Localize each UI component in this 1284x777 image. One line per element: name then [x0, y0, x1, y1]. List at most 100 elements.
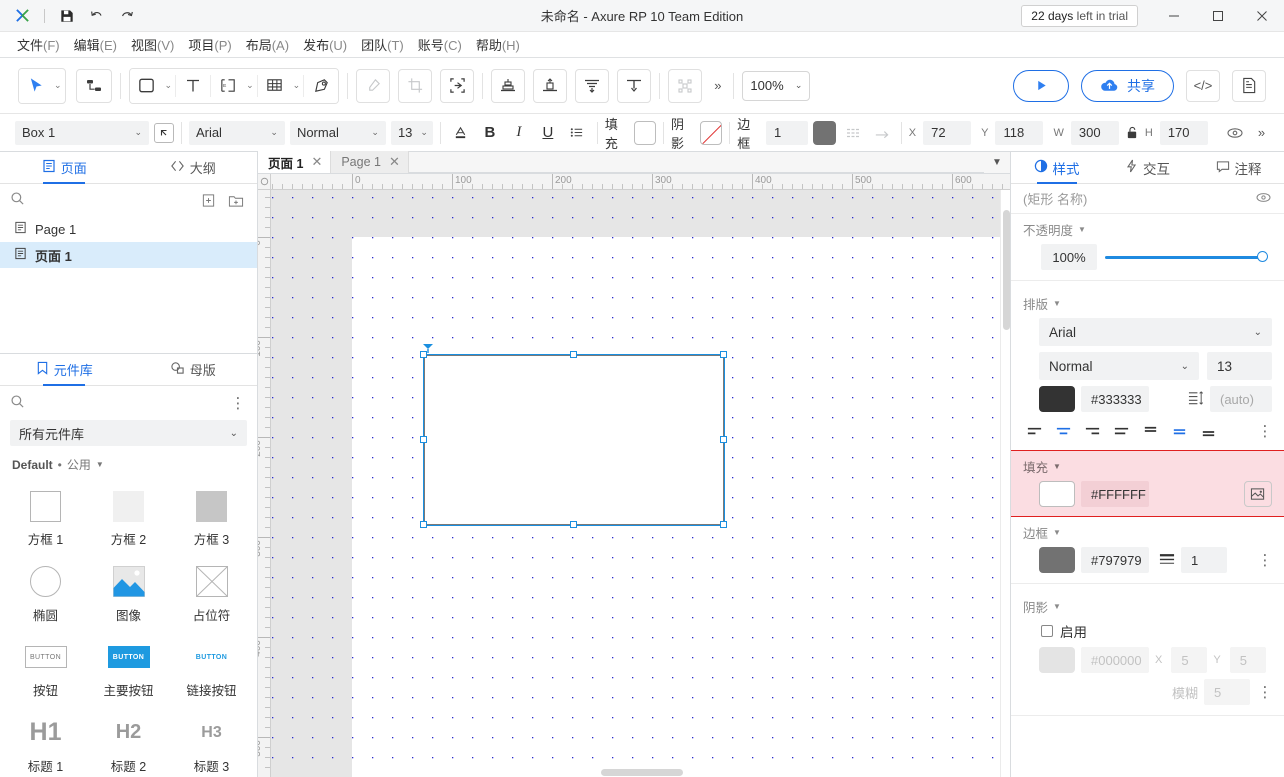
- pen-icon[interactable]: [304, 68, 339, 103]
- align-left-icon[interactable]: [491, 68, 526, 103]
- add-page-icon[interactable]: [197, 189, 219, 211]
- border-width-input[interactable]: 1: [1181, 547, 1227, 573]
- font-size-select[interactable]: 13 ⌄: [390, 120, 433, 145]
- pages-list-empty-space[interactable]: [0, 268, 257, 353]
- valign-top-icon[interactable]: [1137, 420, 1163, 442]
- resize-handle[interactable]: [720, 351, 727, 358]
- font-color-A-icon[interactable]: [448, 121, 474, 145]
- shadow-swatch[interactable]: [700, 120, 723, 145]
- border-section-header[interactable]: 边框 ▼: [1011, 517, 1284, 544]
- border-color-swatch[interactable]: [1039, 547, 1075, 573]
- fill-color-input[interactable]: #FFFFFF: [1081, 481, 1149, 507]
- widget-primary-button[interactable]: BUTTON 主要按钮: [87, 630, 170, 702]
- shadow-y-input[interactable]: 5: [1229, 647, 1266, 673]
- horizontal-scrollbar-thumb[interactable]: [601, 769, 683, 776]
- toolbar-more-button[interactable]: »: [708, 78, 725, 93]
- shadow-color-swatch[interactable]: [1039, 647, 1075, 673]
- font-family-select[interactable]: Arial ⌄: [1039, 318, 1272, 346]
- page-row-selected[interactable]: 页面 1: [0, 242, 257, 268]
- menu-help[interactable]: 帮助(H): [469, 32, 527, 57]
- font-size-input[interactable]: 13: [1207, 352, 1272, 380]
- opacity-input[interactable]: 100%: [1041, 244, 1097, 270]
- rectangle-shape-icon[interactable]: [129, 68, 164, 103]
- shadow-blur-input[interactable]: 5: [1204, 679, 1250, 705]
- kebab-menu-icon[interactable]: ⋮: [1256, 685, 1274, 700]
- valign-middle-icon[interactable]: [1166, 420, 1192, 442]
- shadow-x-input[interactable]: 5: [1171, 647, 1208, 673]
- menu-publish[interactable]: 发布(U): [296, 32, 354, 57]
- menu-project[interactable]: 项目(P): [181, 32, 238, 57]
- trial-badge[interactable]: 22 days left in trial: [1021, 4, 1138, 27]
- resize-handle[interactable]: [420, 351, 427, 358]
- opacity-section-header[interactable]: 不透明度 ▼: [1011, 214, 1284, 241]
- line-style-icon[interactable]: [1159, 552, 1175, 569]
- preview-play-icon[interactable]: [1013, 69, 1069, 102]
- canvas-vertical-scrollbar[interactable]: [1000, 190, 1010, 777]
- search-icon[interactable]: [10, 191, 25, 209]
- align-text-center-icon[interactable]: [1050, 420, 1076, 442]
- dynamic-panel-icon[interactable]: E: [211, 68, 246, 103]
- transform-icon[interactable]: [440, 68, 475, 103]
- menu-file[interactable]: 文件(F): [10, 32, 67, 57]
- tab-notes[interactable]: 注释: [1193, 152, 1284, 183]
- doc-tab-page-1[interactable]: Page 1 ✕: [331, 151, 409, 173]
- widget-box-2[interactable]: 方框 2: [87, 479, 170, 551]
- horizontal-ruler[interactable]: 0100200300400500600700: [271, 174, 1010, 190]
- group-icon[interactable]: [668, 68, 703, 103]
- resize-handle[interactable]: [720, 436, 727, 443]
- arrow-style-icon[interactable]: [870, 121, 894, 145]
- eye-icon[interactable]: [1222, 121, 1248, 145]
- tab-libraries[interactable]: 元件库: [0, 354, 129, 385]
- tab-style[interactable]: 样式: [1011, 152, 1102, 183]
- doc-tab-active[interactable]: 页面 1 ✕: [258, 151, 332, 173]
- widget-heading-2[interactable]: H2 标题 2: [87, 706, 170, 777]
- align-text-justify-icon[interactable]: [1108, 420, 1134, 442]
- typography-section-header[interactable]: 排版 ▼: [1011, 288, 1284, 315]
- text-tool-icon[interactable]: [176, 68, 211, 103]
- h-input[interactable]: 170: [1159, 120, 1208, 145]
- vertical-scrollbar-thumb[interactable]: [1003, 210, 1010, 330]
- resize-handle[interactable]: [420, 521, 427, 528]
- italic-button[interactable]: I: [506, 121, 532, 145]
- opacity-slider-knob[interactable]: [1257, 251, 1268, 262]
- widget-heading-3[interactable]: H3 标题 3: [170, 706, 253, 777]
- vertical-ruler[interactable]: 0 100 200 300 400 500: [258, 190, 271, 777]
- dashed-line-icon[interactable]: [841, 121, 865, 145]
- propbar-more-button[interactable]: »: [1252, 125, 1269, 140]
- minimize-button[interactable]: [1152, 0, 1196, 32]
- tab-masters[interactable]: 母版: [129, 354, 258, 385]
- bold-button[interactable]: B: [477, 121, 503, 145]
- chevron-down-icon[interactable]: ▼: [984, 151, 1010, 173]
- crop-icon[interactable]: [398, 68, 433, 103]
- align-top-icon[interactable]: [533, 68, 568, 103]
- border-width-input[interactable]: 1: [766, 120, 808, 145]
- close-icon[interactable]: ✕: [389, 154, 400, 170]
- library-select[interactable]: 所有元件库 ⌄: [10, 420, 247, 446]
- table-icon[interactable]: [257, 68, 292, 103]
- valign-bottom-icon[interactable]: [1195, 420, 1221, 442]
- eye-icon[interactable]: [1255, 191, 1272, 207]
- redo-icon[interactable]: [113, 3, 141, 29]
- kebab-menu-icon[interactable]: ⋮: [229, 396, 247, 411]
- menu-layout[interactable]: 布局(A): [239, 32, 296, 57]
- cursor-select-icon[interactable]: [19, 68, 53, 103]
- kebab-menu-icon[interactable]: ⋮: [1256, 553, 1274, 568]
- design-canvas[interactable]: [271, 190, 1010, 777]
- connector-icon[interactable]: [75, 68, 112, 103]
- font-color-input[interactable]: #333333: [1081, 386, 1149, 412]
- image-fill-icon[interactable]: [1244, 481, 1272, 507]
- align-text-left-icon[interactable]: [1021, 420, 1047, 442]
- tab-outline[interactable]: 大纲: [129, 152, 258, 183]
- shape-dropdown[interactable]: ⌄: [165, 80, 176, 91]
- panel-dropdown[interactable]: ⌄: [246, 80, 257, 91]
- add-folder-icon[interactable]: [225, 189, 247, 211]
- maximize-button[interactable]: [1196, 0, 1240, 32]
- w-input[interactable]: 300: [1070, 120, 1119, 145]
- widget-link-button[interactable]: BUTTON 链接按钮: [170, 630, 253, 702]
- page-row-page-1[interactable]: Page 1: [0, 216, 257, 242]
- unlock-icon[interactable]: [1123, 121, 1141, 145]
- fill-section-header[interactable]: 填充 ▼: [1011, 451, 1284, 478]
- code-view-button[interactable]: </>: [1186, 69, 1220, 102]
- widget-box-3[interactable]: 方框 3: [170, 479, 253, 551]
- select-tool-dropdown[interactable]: ⌄: [54, 80, 65, 91]
